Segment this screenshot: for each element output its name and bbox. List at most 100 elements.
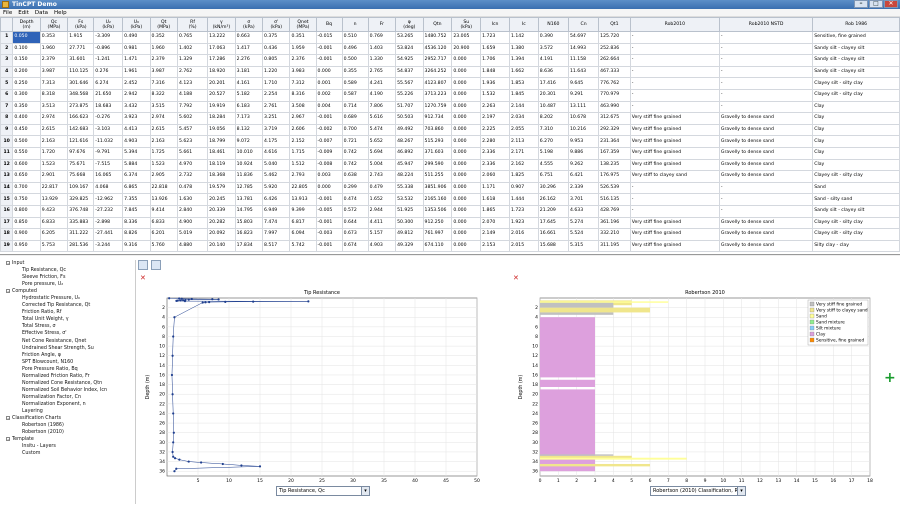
table-cell[interactable]: 11.158: [567, 54, 600, 67]
table-cell[interactable]: 0.450: [12, 123, 41, 137]
table-cell[interactable]: 1270.759: [422, 100, 453, 114]
collapse-icon[interactable]: −: [6, 415, 10, 420]
table-cell[interactable]: Gravelly to dense sand: [718, 170, 814, 183]
table-cell[interactable]: 1.960: [149, 42, 178, 56]
table-cell[interactable]: 0.907: [508, 181, 539, 195]
table-cell[interactable]: 231.364: [598, 135, 631, 148]
table-cell[interactable]: 5.182: [234, 88, 264, 102]
table-cell[interactable]: 125.720: [598, 31, 631, 44]
table-cell[interactable]: 2.034: [508, 112, 539, 125]
table-cell[interactable]: 2165.160: [422, 193, 453, 206]
table-cell[interactable]: 3.513: [39, 100, 69, 114]
table-row[interactable]: 7 0.350 3.513 273.875 18.683 3.432 3.515 7.792 1…: [0, 100, 900, 114]
table-cell[interactable]: 5.616: [367, 112, 397, 125]
table-cell[interactable]: 4.068: [93, 181, 124, 195]
table-cell[interactable]: 20.339: [207, 204, 236, 218]
table-cell[interactable]: 1.662: [508, 65, 539, 79]
table-cell[interactable]: 0.000: [451, 100, 482, 114]
table-cell[interactable]: Clayey silt - silty clay: [812, 77, 900, 90]
table-cell[interactable]: 51.925: [395, 204, 424, 218]
table-cell[interactable]: 8.132: [234, 123, 264, 137]
menu-help[interactable]: Help: [54, 9, 67, 16]
table-row[interactable]: 14 0.700 22.817 109.167 4.068 6.865 22.818 0.47…: [0, 181, 900, 195]
column-header[interactable]: Cn: [567, 17, 600, 32]
table-cell[interactable]: 0.276: [93, 65, 124, 79]
column-header[interactable]: Qtn: [422, 17, 453, 32]
table-cell[interactable]: 97.676: [67, 146, 95, 160]
table-cell[interactable]: -27.232: [93, 204, 124, 218]
table-cell[interactable]: 4.633: [567, 204, 600, 218]
table-cell[interactable]: 2.793: [289, 170, 317, 183]
table-cell[interactable]: 5.661: [176, 146, 209, 160]
table-cell[interactable]: 16.661: [537, 228, 569, 241]
table-cell[interactable]: -0.001: [315, 112, 343, 125]
table-cell[interactable]: 54.837: [395, 65, 424, 79]
table-cell[interactable]: Clay: [812, 100, 900, 114]
tree-item[interactable]: Tip Resistance, Qc: [2, 267, 135, 274]
table-cell[interactable]: 6.205: [39, 228, 69, 241]
table-cell[interactable]: 53.532: [395, 193, 424, 206]
table-cell[interactable]: 0.500: [12, 135, 41, 148]
table-cell[interactable]: 4.175: [262, 135, 291, 148]
table-cell[interactable]: 3.923: [122, 112, 151, 125]
table-cell[interactable]: 6.833: [39, 216, 69, 230]
table-cell[interactable]: 1.444: [508, 193, 539, 206]
table-cell[interactable]: 0.474: [341, 193, 369, 206]
table-cell[interactable]: 371.603: [422, 146, 453, 160]
table-cell[interactable]: 2.452: [122, 77, 151, 90]
table-cell[interactable]: 7.173: [234, 112, 264, 125]
table-cell[interactable]: Gravelly to dense sand: [718, 112, 814, 125]
table-cell[interactable]: Clayey silt - silty clay: [812, 216, 900, 230]
table-cell[interactable]: 281.536: [67, 239, 95, 253]
table-cell[interactable]: 17.286: [207, 54, 236, 67]
table-cell[interactable]: 467.333: [598, 65, 631, 79]
table-cell[interactable]: 5.884: [122, 158, 151, 172]
table-cell[interactable]: 13.111: [567, 100, 600, 114]
table-cell[interactable]: 2.743: [367, 170, 397, 183]
table-cell[interactable]: 0.850: [12, 216, 41, 230]
column-header[interactable]: U₂ (kPa): [93, 17, 124, 32]
table-cell[interactable]: 4.900: [176, 216, 209, 230]
table-cell[interactable]: 1.848: [480, 65, 510, 79]
table-cell[interactable]: -2.898: [93, 216, 124, 230]
table-cell[interactable]: -: [629, 65, 720, 79]
table-cell[interactable]: 4.241: [367, 77, 397, 90]
parameter-tree[interactable]: − Input Tip Resistance, Qc Sleeve Friction,…: [0, 260, 136, 504]
table-cell[interactable]: 4.123: [176, 77, 209, 90]
table-cell[interactable]: 2.606: [289, 123, 317, 137]
table-cell[interactable]: 428.769: [598, 204, 631, 218]
table-cell[interactable]: 1.512: [289, 158, 317, 172]
table-cell[interactable]: 0.000: [451, 112, 482, 125]
table-cell[interactable]: 7.845: [122, 204, 151, 218]
table-cell[interactable]: 0.479: [367, 181, 397, 195]
table-cell[interactable]: 0.981: [122, 42, 151, 56]
table-cell[interactable]: 7.997: [262, 228, 291, 241]
column-header[interactable]: φ (deg): [395, 17, 424, 32]
tree-item[interactable]: Corrected Tip Resistance, Qt: [2, 302, 135, 309]
table-cell[interactable]: 5.760: [149, 239, 178, 253]
table-cell[interactable]: 4.188: [176, 88, 209, 102]
row-number[interactable]: 17: [0, 216, 14, 230]
tree-item[interactable]: Normalization Exponent, n: [2, 401, 135, 408]
table-cell[interactable]: 9.953: [567, 135, 600, 148]
tree-group[interactable]: − Classification Charts: [2, 415, 135, 422]
table-cell[interactable]: 4.555: [537, 158, 569, 172]
table-cell[interactable]: 312.675: [598, 112, 631, 125]
table-cell[interactable]: 15.803: [234, 216, 264, 230]
table-cell[interactable]: Sandy silt - clayey silt: [812, 42, 900, 56]
table-cell[interactable]: -: [718, 42, 814, 56]
table-cell[interactable]: Very stiff fine grained: [629, 146, 720, 160]
tree-item[interactable]: Effective Stress, σ': [2, 330, 135, 337]
table-cell[interactable]: -: [629, 31, 720, 44]
table-cell[interactable]: 361.196: [598, 216, 631, 230]
table-cell[interactable]: -0.015: [315, 31, 343, 44]
table-cell[interactable]: 2.144: [508, 100, 539, 114]
table-cell[interactable]: 11.836: [234, 170, 264, 183]
table-cell[interactable]: 7.474: [262, 216, 291, 230]
tree-item[interactable]: Friction Angle, φ: [2, 352, 135, 359]
table-cell[interactable]: 10.487: [537, 100, 569, 114]
table-cell[interactable]: 50.503: [395, 112, 424, 125]
table-cell[interactable]: 18.461: [207, 146, 236, 160]
table-cell[interactable]: Gravelly to dense sand: [718, 228, 814, 241]
table-cell[interactable]: 0.490: [122, 31, 151, 44]
